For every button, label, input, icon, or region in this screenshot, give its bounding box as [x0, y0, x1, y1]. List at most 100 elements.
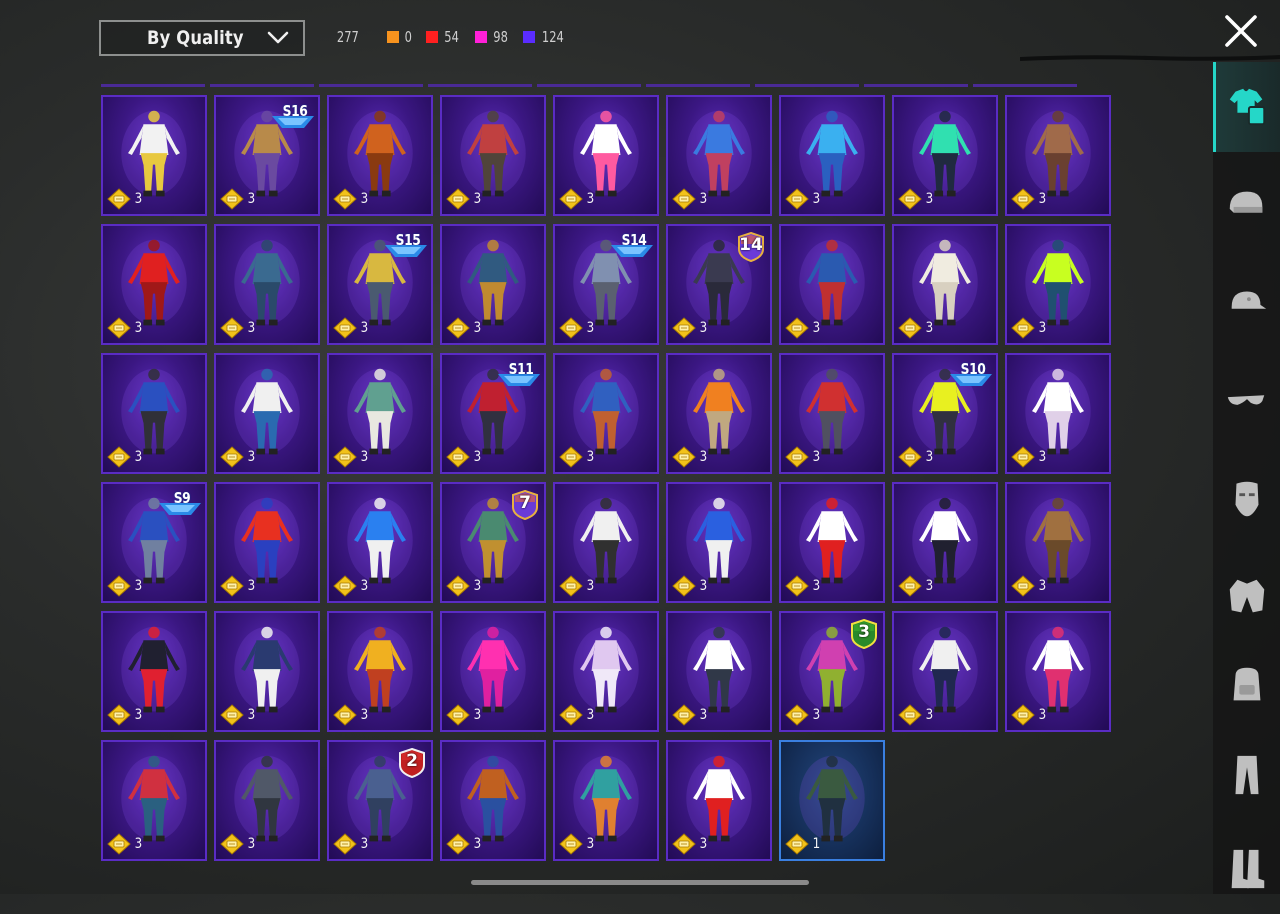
outfit-tile[interactable]: 3 — [892, 95, 998, 216]
season-badge-text: S9 — [173, 489, 191, 507]
outfit-tile[interactable]: 3 — [779, 224, 885, 345]
item-quantity: 1 — [785, 833, 821, 855]
outfit-tile[interactable]: 3 — [892, 224, 998, 345]
outfit-tile[interactable]: 3 — [440, 95, 546, 216]
outfit-tile[interactable]: 3 3 — [779, 611, 885, 732]
coin-icon — [898, 446, 922, 468]
outfit-tile[interactable]: 3 — [327, 482, 433, 603]
outfit-tile[interactable]: 3 — [1005, 353, 1111, 474]
season-badge-text: S14 — [621, 231, 647, 249]
outfit-tile[interactable]: 3 — [553, 611, 659, 732]
coin-icon — [1011, 575, 1035, 597]
quality-count-value: 0 — [404, 28, 412, 46]
quality-color-swatch — [426, 31, 439, 43]
outfit-tile[interactable]: 3 — [1005, 482, 1111, 603]
coin-icon — [220, 833, 244, 855]
item-quantity: 3 — [107, 188, 143, 210]
season-badge: S16 — [270, 102, 316, 128]
sort-dropdown[interactable]: By Quality — [99, 20, 305, 56]
season-badge: S9 — [157, 489, 203, 515]
outfit-tile[interactable]: 3 — [1005, 224, 1111, 345]
item-quantity-value: 3 — [699, 449, 708, 465]
outfit-tile[interactable]: 3 — [892, 611, 998, 732]
sidebar-item-cap[interactable] — [1213, 258, 1280, 348]
sidebar-item-outfit[interactable] — [1213, 62, 1280, 152]
helmet-icon — [1229, 191, 1262, 213]
sidebar-item-glasses[interactable] — [1213, 356, 1280, 446]
coin-icon — [785, 446, 809, 468]
coin-icon — [220, 317, 244, 339]
outfit-tile[interactable]: 3 — [440, 740, 546, 861]
item-quantity: 3 — [559, 446, 595, 468]
outfit-tile[interactable]: 1 — [779, 740, 885, 861]
outfit-tile[interactable]: S16 3 — [214, 95, 320, 216]
outfit-tile[interactable]: S11 3 — [440, 353, 546, 474]
item-quantity-value: 3 — [473, 449, 482, 465]
sidebar-item-jacket[interactable] — [1213, 552, 1280, 642]
coin-icon — [446, 446, 470, 468]
outfit-tile[interactable]: 3 — [666, 353, 772, 474]
sidebar-item-helmet[interactable] — [1213, 160, 1280, 250]
season-badge-text: S16 — [282, 102, 308, 120]
level-badge: 14 — [737, 232, 765, 262]
outfit-tile[interactable]: 3 — [327, 95, 433, 216]
outfit-tile[interactable]: 3 — [892, 482, 998, 603]
close-icon[interactable] — [1222, 12, 1260, 50]
coin-icon — [333, 188, 357, 210]
outfit-tile[interactable]: 3 — [1005, 611, 1111, 732]
outfit-tile[interactable]: 7 3 — [440, 482, 546, 603]
outfit-tile[interactable]: 3 — [214, 740, 320, 861]
outfit-tile[interactable]: S14 3 — [553, 224, 659, 345]
outfit-tile[interactable]: 3 — [101, 95, 207, 216]
outfit-tile[interactable]: S10 3 — [892, 353, 998, 474]
coin-icon — [785, 575, 809, 597]
sidebar-item-mask[interactable] — [1213, 454, 1280, 544]
outfit-tile[interactable]: 3 — [553, 482, 659, 603]
item-quantity-value: 3 — [134, 449, 143, 465]
outfit-tile[interactable]: 3 — [101, 740, 207, 861]
outfit-tile[interactable]: 3 — [440, 611, 546, 732]
outfit-tile[interactable]: 3 — [779, 482, 885, 603]
outfit-tile[interactable]: 3 — [666, 95, 772, 216]
outfit-tile[interactable]: 3 — [666, 611, 772, 732]
item-quantity: 3 — [333, 446, 369, 468]
sidebar-item-boots[interactable] — [1213, 824, 1280, 914]
sidebar-item-pants[interactable] — [1213, 730, 1280, 820]
outfit-tile[interactable]: 3 — [214, 224, 320, 345]
sidebar-item-backpack[interactable] — [1213, 640, 1280, 730]
outfit-tile[interactable]: 3 — [214, 482, 320, 603]
outfit-tile[interactable]: 3 — [214, 353, 320, 474]
outfit-tile[interactable]: 14 3 — [666, 224, 772, 345]
outfit-tile[interactable]: 3 — [553, 95, 659, 216]
outfit-tile[interactable]: 3 — [101, 353, 207, 474]
season-badge-text: S11 — [508, 360, 534, 378]
outfit-tile[interactable]: 3 — [553, 740, 659, 861]
outfit-tile[interactable]: 3 — [1005, 95, 1111, 216]
coin-icon — [333, 446, 357, 468]
outfit-tile[interactable]: 3 — [666, 482, 772, 603]
outfit-tile[interactable]: 3 — [779, 95, 885, 216]
item-quantity: 3 — [785, 188, 821, 210]
item-quantity: 3 — [333, 317, 369, 339]
item-quantity: 3 — [333, 188, 369, 210]
item-quantity-value: 3 — [812, 449, 821, 465]
outfit-tile[interactable]: 3 — [214, 611, 320, 732]
outfit-tile[interactable]: 3 — [101, 611, 207, 732]
outfit-tile[interactable]: 3 — [666, 740, 772, 861]
quality-count-value: 54 — [444, 28, 460, 46]
outfit-tile[interactable]: 3 — [440, 224, 546, 345]
outfit-tile[interactable]: 3 — [779, 353, 885, 474]
outfit-tile[interactable]: S9 3 — [101, 482, 207, 603]
outfit-tile[interactable]: S15 3 — [327, 224, 433, 345]
outfit-tile[interactable]: 3 — [327, 611, 433, 732]
item-quantity-value: 3 — [473, 836, 482, 852]
coin-icon — [220, 704, 244, 726]
outfit-tile[interactable]: 3 — [553, 353, 659, 474]
item-quantity-value: 3 — [247, 836, 256, 852]
outfit-tile[interactable]: 3 — [327, 353, 433, 474]
outfit-tile[interactable]: 2 3 — [327, 740, 433, 861]
outfit-tile[interactable]: 3 — [101, 224, 207, 345]
level-badge-text: 7 — [519, 493, 531, 513]
item-quantity: 3 — [1011, 446, 1047, 468]
coin-icon — [1011, 446, 1035, 468]
